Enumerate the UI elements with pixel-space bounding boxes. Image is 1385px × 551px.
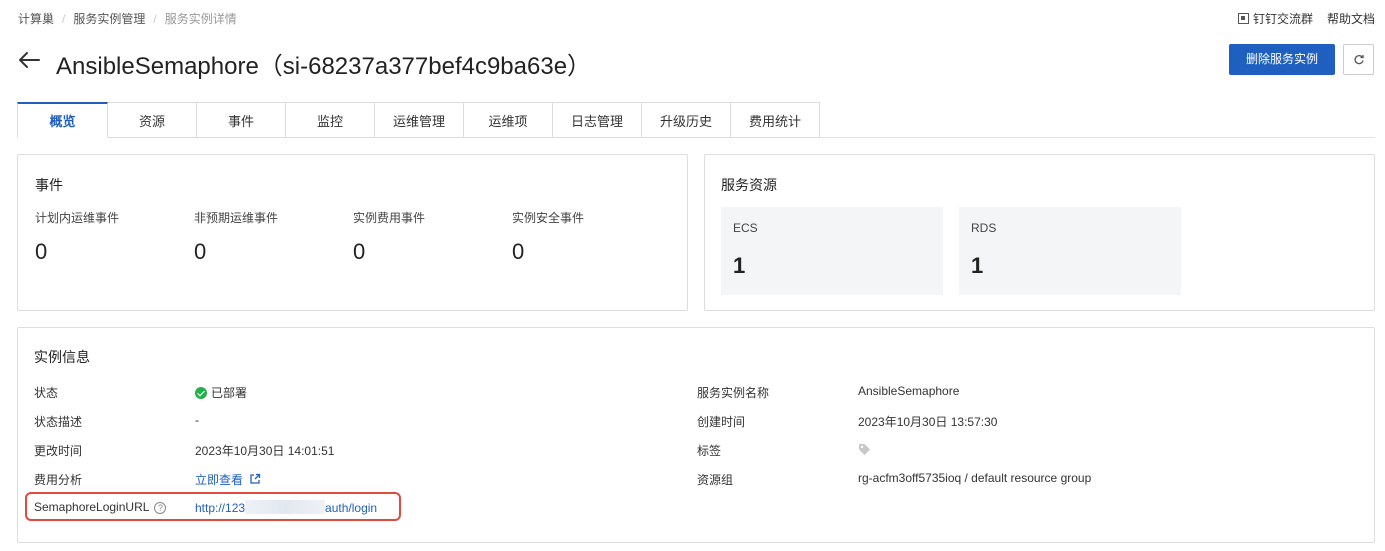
updated-time-label: 更改时间	[34, 444, 83, 458]
tab-cost-statistics[interactable]: 费用统计	[731, 102, 820, 138]
help-docs-link[interactable]: 帮助文档	[1327, 10, 1375, 27]
qrcode-icon	[1237, 13, 1249, 24]
back-arrow-icon[interactable]	[17, 50, 41, 70]
breadcrumb-separator: /	[62, 11, 66, 26]
status-label: 状态	[34, 386, 59, 400]
event-value-cost[interactable]: 0	[353, 239, 365, 265]
tag-icon[interactable]	[858, 443, 871, 456]
status-text: 已部署	[211, 386, 248, 400]
external-link-icon[interactable]	[249, 473, 261, 485]
resource-value-rds: 1	[971, 253, 984, 278]
event-label-security: 实例安全事件	[512, 211, 585, 225]
resource-label-ecs: ECS	[733, 221, 758, 235]
event-label-unexpected: 非预期运维事件	[194, 211, 279, 225]
status-desc-label: 状态描述	[34, 415, 83, 429]
dingtalk-group-link[interactable]: 钉钉交流群	[1237, 10, 1313, 27]
instance-name-value: AnsibleSemaphore	[858, 384, 960, 398]
event-value-security[interactable]: 0	[512, 239, 524, 265]
refresh-button[interactable]	[1343, 44, 1374, 75]
resource-label-rds: RDS	[971, 221, 997, 235]
breadcrumb: 计算巢 / 服务实例管理 / 服务实例详情	[18, 10, 237, 27]
event-value-planned[interactable]: 0	[35, 239, 47, 265]
cost-analysis-label: 费用分析	[34, 473, 83, 487]
status-value: 已部署	[195, 384, 247, 401]
resource-value-ecs: 1	[733, 253, 746, 278]
breadcrumb-item-instance-management[interactable]: 服务实例管理	[73, 10, 145, 27]
tab-log-management[interactable]: 日志管理	[553, 102, 642, 138]
resource-group-label: 资源组	[697, 473, 734, 487]
created-time-value: 2023年10月30日 13:57:30	[858, 415, 998, 429]
breadcrumb-separator: /	[153, 11, 157, 26]
tab-resources[interactable]: 资源	[108, 102, 197, 138]
created-time-label: 创建时间	[697, 415, 746, 429]
tags-label: 标签	[697, 444, 722, 458]
cost-analysis-value: 立即查看	[195, 471, 261, 488]
page-title: AnsibleSemaphore（si-68237a377bef4c9ba63e…	[56, 53, 592, 80]
event-value-unexpected[interactable]: 0	[194, 239, 206, 265]
resource-box-ecs[interactable]: ECS 1	[721, 207, 943, 295]
instance-info-title: 实例信息	[34, 349, 90, 365]
tab-ops-items[interactable]: 运维项	[464, 102, 553, 138]
service-resources-card: 服务资源 ECS 1 RDS 1	[704, 154, 1375, 311]
tab-ops-management[interactable]: 运维管理	[375, 102, 464, 138]
service-resources-title: 服务资源	[721, 177, 777, 193]
breadcrumb-item-compute-nest[interactable]: 计算巢	[18, 10, 54, 27]
event-label-cost: 实例费用事件	[353, 211, 426, 225]
top-bar: 计算巢 / 服务实例管理 / 服务实例详情 钉钉交流群 帮助文档	[0, 0, 1385, 36]
dingtalk-group-label: 钉钉交流群	[1252, 12, 1313, 26]
resource-group-value: rg-acfm3off5735ioq / default resource gr…	[858, 471, 1092, 485]
view-now-link[interactable]: 立即查看	[195, 473, 243, 487]
events-card-title: 事件	[35, 177, 63, 193]
breadcrumb-item-current: 服务实例详情	[164, 12, 237, 26]
instance-name-label: 服务实例名称	[697, 386, 770, 400]
tab-overview[interactable]: 概览	[17, 102, 108, 138]
resource-box-rds[interactable]: RDS 1	[959, 207, 1181, 295]
refresh-icon	[1354, 54, 1364, 64]
success-check-icon	[195, 387, 207, 399]
updated-time-value: 2023年10月30日 14:01:51	[195, 444, 335, 458]
delete-instance-button[interactable]: 删除服务实例	[1229, 44, 1335, 75]
tab-bar: 概览 资源 事件 监控 运维管理 运维项 日志管理 升级历史 费用统计	[17, 102, 820, 138]
tab-events[interactable]: 事件	[197, 102, 286, 138]
tab-monitoring[interactable]: 监控	[286, 102, 375, 138]
event-label-planned: 计划内运维事件	[35, 211, 120, 225]
status-desc-value: -	[195, 413, 199, 427]
tab-upgrade-history[interactable]: 升级历史	[642, 102, 731, 138]
highlight-annotation	[25, 492, 401, 521]
events-card: 事件 计划内运维事件 0 非预期运维事件 0 实例费用事件 0 实例安全事件 0	[17, 154, 688, 311]
top-links: 钉钉交流群 帮助文档	[1237, 10, 1375, 27]
